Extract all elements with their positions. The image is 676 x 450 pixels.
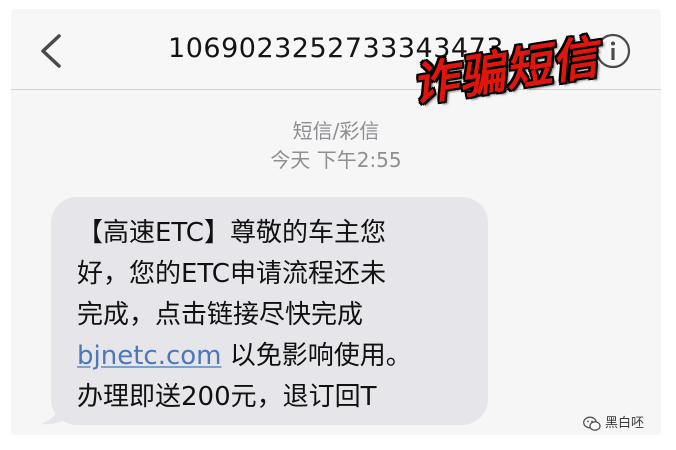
watermark-label: 黑白呸 [605,416,645,431]
message-bubble[interactable]: 【高速ETC】尊敬的车主您 好，您的ETC申请流程还未 完成，点击链接尽快完成 … [51,197,488,425]
message-line-suffix: 以免影响使用。 [221,341,412,371]
wechat-icon [583,416,601,432]
message-timestamp: 今天 下午2:55 [270,148,402,172]
watermark: 黑白呸 [583,413,644,435]
thread-meta: 短信/彩信 今天 下午2:55 [11,117,661,175]
message-type-label: 短信/彩信 [292,119,380,143]
chevron-left-icon[interactable] [37,33,65,69]
message-line: 完成，点击链接尽快完成 [77,300,364,330]
info-icon[interactable] [595,33,631,69]
message-line: 好，您的ETC申请流程还未 [77,259,386,289]
message-line: 【高速ETC】尊敬的车主您 [77,218,386,248]
message-line: 办理即送200元，退订回T [77,382,377,412]
message-link[interactable]: bjnetc.com [77,341,222,371]
message-line-with-link: bjnetc.com 以免影响使用。 [77,336,470,377]
